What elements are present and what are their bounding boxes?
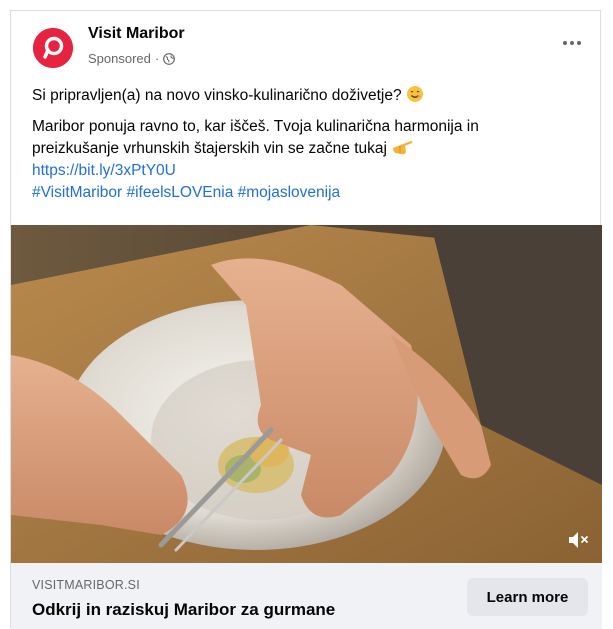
page-avatar[interactable] (33, 28, 73, 68)
video-player[interactable] (11, 225, 602, 563)
post-link[interactable]: https://bit.ly/3xPtY0U (32, 160, 588, 182)
post-text-line-1: Si pripravljen(a) na novo vinsko-kulinar… (32, 85, 588, 107)
sponsored-line: Sponsored · (88, 51, 176, 66)
post-text-line-2: Maribor ponuja ravno to, kar iščeš. Tvoj… (32, 118, 479, 135)
post-text-line-3: preizkušanje vrhunskih štajerskih vin se… (32, 138, 588, 160)
post-header: Visit Maribor Sponsored · (11, 11, 600, 75)
sponsored-post-card: Visit Maribor Sponsored · Si pripravljen… (10, 10, 602, 629)
post-hashtags[interactable]: #VisitMaribor #ifeelsLOVEnia #mojasloven… (32, 182, 588, 204)
more-options-button[interactable] (558, 35, 586, 51)
pointing-hand-emoji-icon (393, 141, 413, 155)
muted-speaker-icon[interactable] (566, 529, 592, 551)
smiling-face-emoji-icon (406, 86, 423, 102)
more-horizontal-icon (563, 41, 567, 45)
separator: · (154, 51, 160, 66)
page-name[interactable]: Visit Maribor (88, 25, 185, 43)
link-headline[interactable]: Odkrij in raziskuj Maribor za gurmane (32, 600, 335, 620)
globe-icon[interactable] (163, 52, 176, 65)
video-frame (11, 225, 602, 563)
learn-more-button[interactable]: Learn more (467, 578, 588, 616)
sponsored-label[interactable]: Sponsored (88, 51, 151, 66)
visit-maribor-logo-icon (33, 28, 73, 68)
link-domain: VISITMARIBOR.SI (32, 578, 140, 592)
link-preview[interactable]: VISITMARIBOR.SI Odkrij in raziskuj Marib… (11, 563, 602, 629)
post-text: Si pripravljen(a) na novo vinsko-kulinar… (32, 85, 588, 204)
